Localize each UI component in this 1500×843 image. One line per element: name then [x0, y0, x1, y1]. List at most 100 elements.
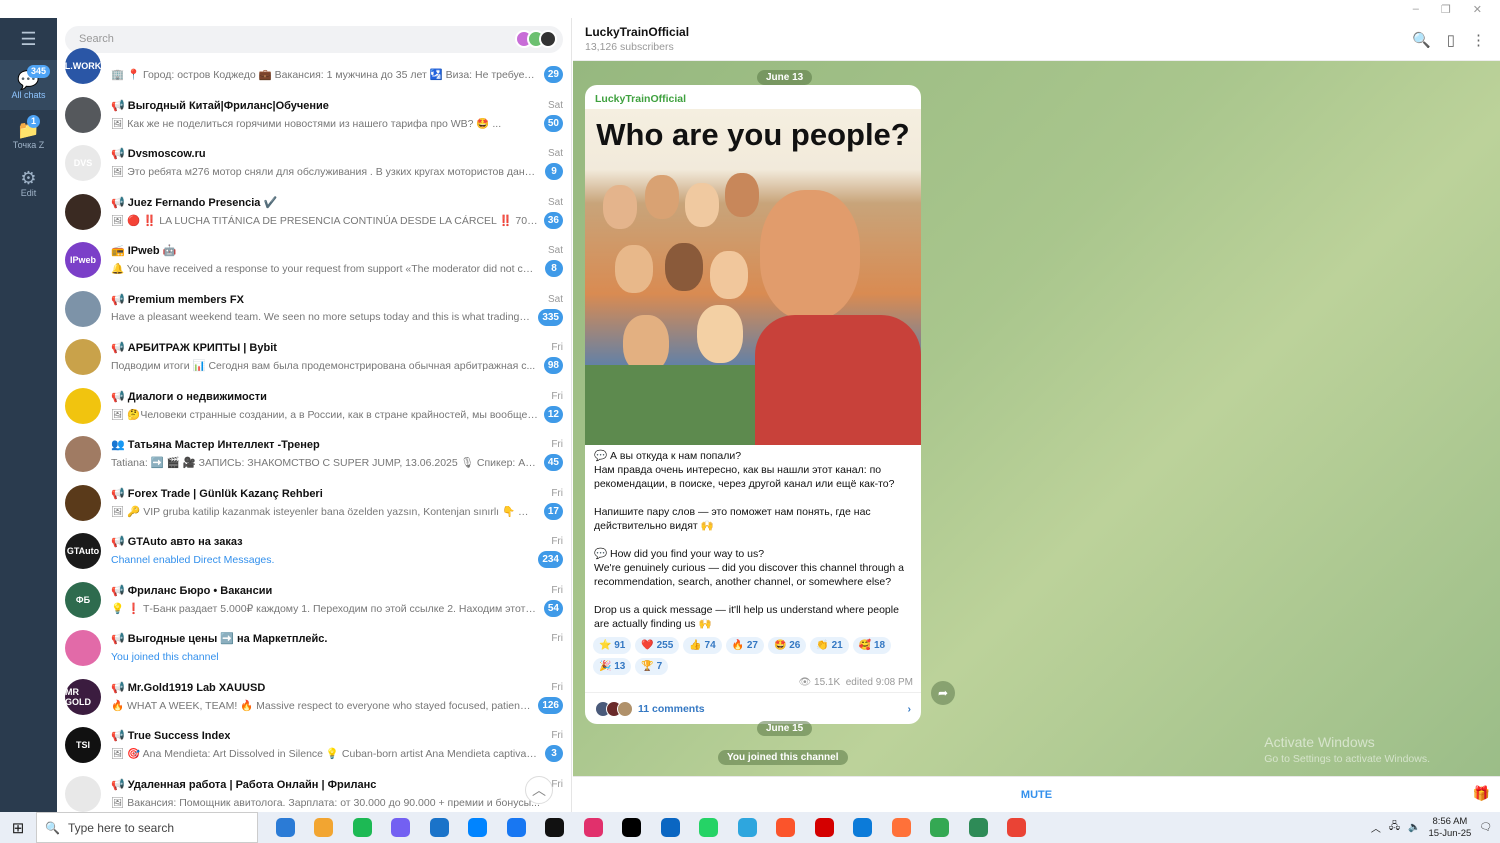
main-menu-button[interactable]: ☰ [0, 18, 57, 60]
chat-preview: 🏢 📍 Город: остров Коджедо 💼 Вакансия: 1 … [111, 69, 538, 82]
app-icon [1007, 818, 1027, 837]
mute-button[interactable]: MUTE [1021, 789, 1052, 801]
folder-all-chats[interactable]: 💬 345 All chats [0, 60, 57, 110]
chat-header[interactable]: LuckyTrainOfficial 13,126 subscribers 🔍 … [573, 18, 1500, 61]
edit-folders-button[interactable]: ⚙ Edit [0, 160, 57, 206]
taskbar-search[interactable]: 🔍 Type here to search [36, 812, 258, 843]
subscriber-count: 13,126 subscribers [585, 41, 674, 53]
taskbar-app-icon[interactable] [305, 812, 344, 843]
chat-preview: Tatiana: ➡️ 🎬 🎥 ЗАПИСЬ: ЗНАКОМСТВО С SUP… [111, 457, 538, 470]
chat-list-item[interactable]: DVS 📢 Dvsmoscow.ru Sat 🖼 Это ребята м276 мо… [57, 139, 571, 188]
close-button[interactable]: ✕ [1473, 3, 1482, 16]
reaction-chip[interactable]: 👍 74 [683, 637, 722, 654]
chat-messages-area[interactable]: June 13 LuckyTrainOfficial Who are you p… [573, 61, 1500, 776]
scroll-up-button[interactable]: ︿ [525, 776, 553, 804]
post-image[interactable]: Who are you people? [585, 109, 921, 445]
minimize-button[interactable]: – [1413, 3, 1419, 15]
maximize-button[interactable]: ❐ [1441, 3, 1451, 16]
share-button[interactable]: ➦ [931, 681, 955, 705]
chat-avatar: L.WORK [65, 48, 101, 85]
taskbar-app-icon[interactable] [959, 812, 998, 843]
taskbar-app-icon[interactable] [728, 812, 767, 843]
reaction-chip[interactable]: 🏆 7 [635, 658, 669, 675]
taskbar-app-icon[interactable] [844, 812, 883, 843]
chat-list-item[interactable]: 📢 Выгодный Китай|Фриланс|Обучение Sat 🖼 Ка… [57, 91, 571, 140]
chat-list-item[interactable]: 📢 Диалоги о недвижимости Fri 🖼 🤔Человеки с… [57, 382, 571, 431]
taskbar-app-icon[interactable] [651, 812, 690, 843]
search-icon[interactable]: 🔍 [1412, 31, 1431, 49]
more-options-icon[interactable]: ⋮ [1471, 31, 1486, 49]
chat-name: 📻 IPweb 🤖 [111, 245, 177, 258]
chat-list-item[interactable]: MR GOLD 📢 Mr.Gold1919 Lab XAUUSD Fri 🔥 WHAT… [57, 673, 571, 722]
tray-chevron-icon[interactable]: ︿ [1371, 820, 1381, 835]
folder-tochka-z[interactable]: 📁 1 Точка Z [0, 110, 57, 160]
reaction-chip[interactable]: 🔥 27 [725, 637, 764, 654]
date-separator: June 15 [757, 721, 813, 736]
clock-date: 15-Jun-25 [1428, 827, 1472, 839]
taskbar-app-icon[interactable] [459, 812, 498, 843]
post-author[interactable]: LuckyTrainOfficial [585, 85, 921, 109]
chat-avatar [65, 193, 101, 230]
chat-avatar [65, 775, 101, 812]
chat-list-item[interactable]: 📢 Juez Fernando Presencia ✔️ Sat 🖼 🔴 ‼️ LA… [57, 188, 571, 237]
reaction-chip[interactable]: 🥰 18 [852, 637, 892, 654]
app-icon [930, 818, 950, 837]
chat-list-item[interactable]: GTAuto 📢 GTAuto авто на заказ Fri Channel e… [57, 527, 571, 576]
post-line: 💬 How did you find your way to us? [594, 548, 765, 560]
taskbar-app-icon[interactable] [536, 812, 575, 843]
chat-list-item[interactable]: ФБ 📢 Фриланс Бюро • Вакансии Fri 💡 ❗ Т-Банк… [57, 576, 571, 625]
reaction-emoji: 👍 [689, 640, 702, 651]
taskbar-app-icon[interactable] [805, 812, 844, 843]
chat-list-item[interactable]: 📢 АРБИТРАЖ КРИПТЫ | Bybit Fri Подводим ито… [57, 333, 571, 382]
volume-icon[interactable]: 🔈 [1408, 822, 1420, 833]
sliders-icon: ⚙ [20, 168, 37, 188]
folder-label: All chats [11, 90, 46, 100]
chat-list-item[interactable]: IPweb 📻 IPweb 🤖 Sat 🔔 You have received a r… [57, 236, 571, 285]
reaction-chip[interactable]: ⭐ 91 [593, 637, 632, 654]
reaction-count: 91 [614, 640, 626, 651]
reaction-chip[interactable]: 👏 21 [810, 637, 849, 654]
unread-badge: 54 [543, 599, 563, 617]
comments-button[interactable]: 11 comments › [585, 692, 921, 724]
taskbar-app-icon[interactable] [497, 812, 536, 843]
comments-count: 11 comments [638, 702, 705, 715]
chat-list-item[interactable]: TSI 📢 True Success Index Fri 🖼 🎯 Ana Mendie… [57, 721, 571, 770]
taskbar-app-icon[interactable] [266, 812, 305, 843]
commenter-avatar [617, 700, 633, 717]
taskbar-app-icon[interactable] [767, 812, 806, 843]
reaction-chip[interactable]: 🤩 26 [768, 637, 807, 654]
chat-list-item[interactable]: 📢 Удаленная работа | Работа Онлайн | Фри… [57, 770, 571, 813]
taskbar-app-icon[interactable] [921, 812, 960, 843]
chat-list-item[interactable]: 📢 Premium members FX Sat Have a pleasant w… [57, 285, 571, 334]
sidebar-toggle-icon[interactable]: ▯ [1447, 31, 1455, 49]
notifications-icon[interactable]: 🗨 [1479, 822, 1492, 833]
chat-avatar: MR GOLD [65, 678, 101, 715]
taskbar-app-icon[interactable] [690, 812, 729, 843]
hamburger-icon: ☰ [20, 28, 37, 49]
chat-name: 📢 Выгодный Китай|Фриланс|Обучение [111, 99, 329, 112]
network-icon[interactable]: 🖧 [1389, 819, 1400, 836]
taskbar-app-icon[interactable] [343, 812, 382, 843]
chat-date: Fri [551, 536, 563, 548]
clock[interactable]: 8:56 AM 15-Jun-25 [1429, 816, 1472, 840]
chat-list-item[interactable]: 📢 Выгодные цены ➡️ на Маркетплейс. Fri You… [57, 624, 571, 673]
post-meta: 👁 15.1K edited 9:08 PM [585, 677, 921, 692]
reaction-chip[interactable]: ❤️ 255 [635, 637, 680, 654]
chat-list-item[interactable]: 👥 Татьяна Мастер Интеллект -Тренер Fri Tat… [57, 430, 571, 479]
taskbar-app-icon[interactable] [998, 812, 1037, 843]
taskbar-app-icon[interactable] [574, 812, 613, 843]
reaction-count: 27 [746, 640, 758, 651]
chat-date: Fri [551, 778, 563, 790]
chat-list-item[interactable]: 📢 Forex Trade | Günlük Kazanç Rehberi Fri… [57, 479, 571, 528]
chat-list-item[interactable]: L.WORK 🏢 📍 Город: остров Коджедо 💼 Ваканс… [57, 42, 571, 91]
taskbar-app-icon[interactable] [420, 812, 459, 843]
reaction-chip[interactable]: 🎉 13 [593, 658, 632, 675]
windows-start-icon[interactable]: ⊞ [0, 819, 36, 837]
channel-post[interactable]: LuckyTrainOfficial Who are you people? 💬… [585, 85, 921, 724]
taskbar-app-icon[interactable] [613, 812, 652, 843]
chat-name: 📢 GTAuto авто на заказ [111, 536, 243, 549]
chat-name: 📢 Mr.Gold1919 Lab XAUUSD [111, 681, 266, 694]
taskbar-app-icon[interactable] [882, 812, 921, 843]
taskbar-app-icon[interactable] [382, 812, 421, 843]
gift-icon[interactable]: 🎁 [1473, 785, 1490, 802]
